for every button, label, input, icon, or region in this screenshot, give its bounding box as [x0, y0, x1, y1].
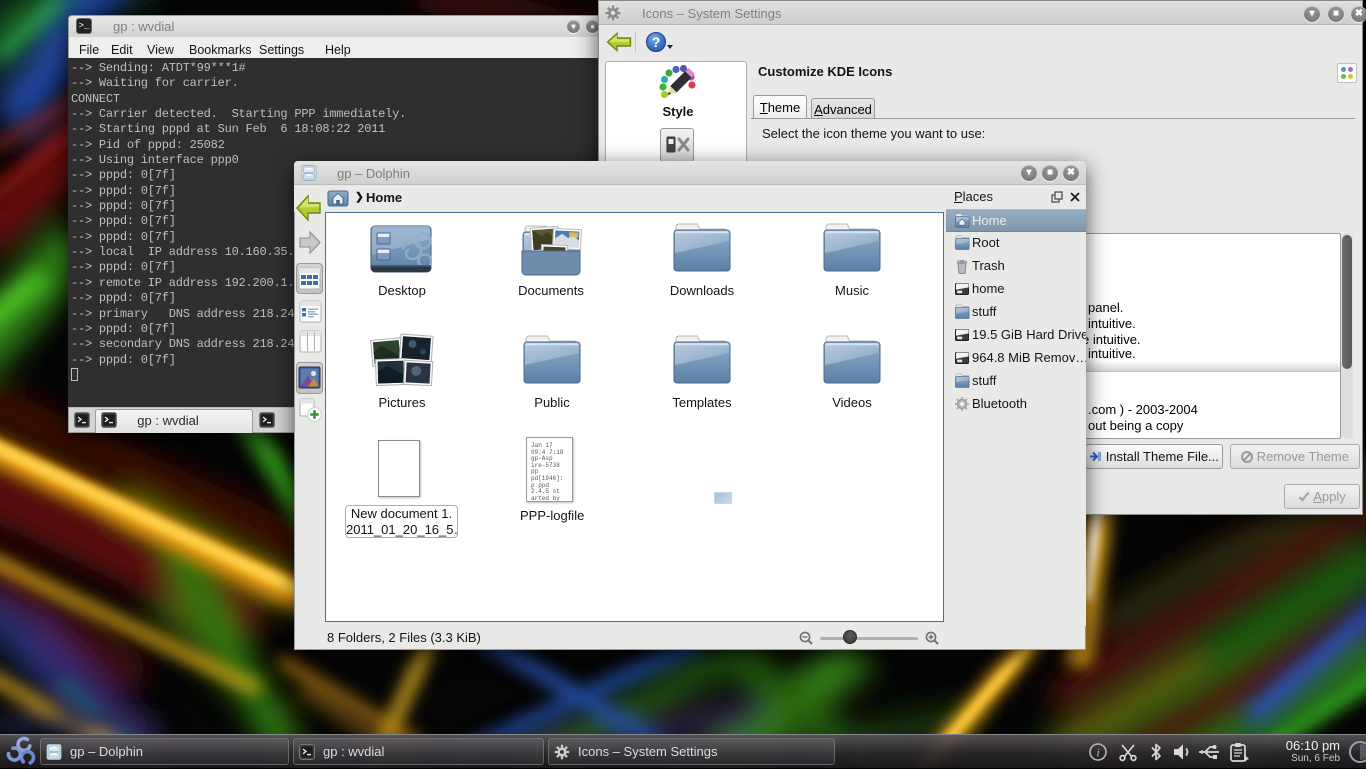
svg-text:?: ? [652, 34, 661, 50]
svg-text:i: i [1096, 746, 1099, 760]
